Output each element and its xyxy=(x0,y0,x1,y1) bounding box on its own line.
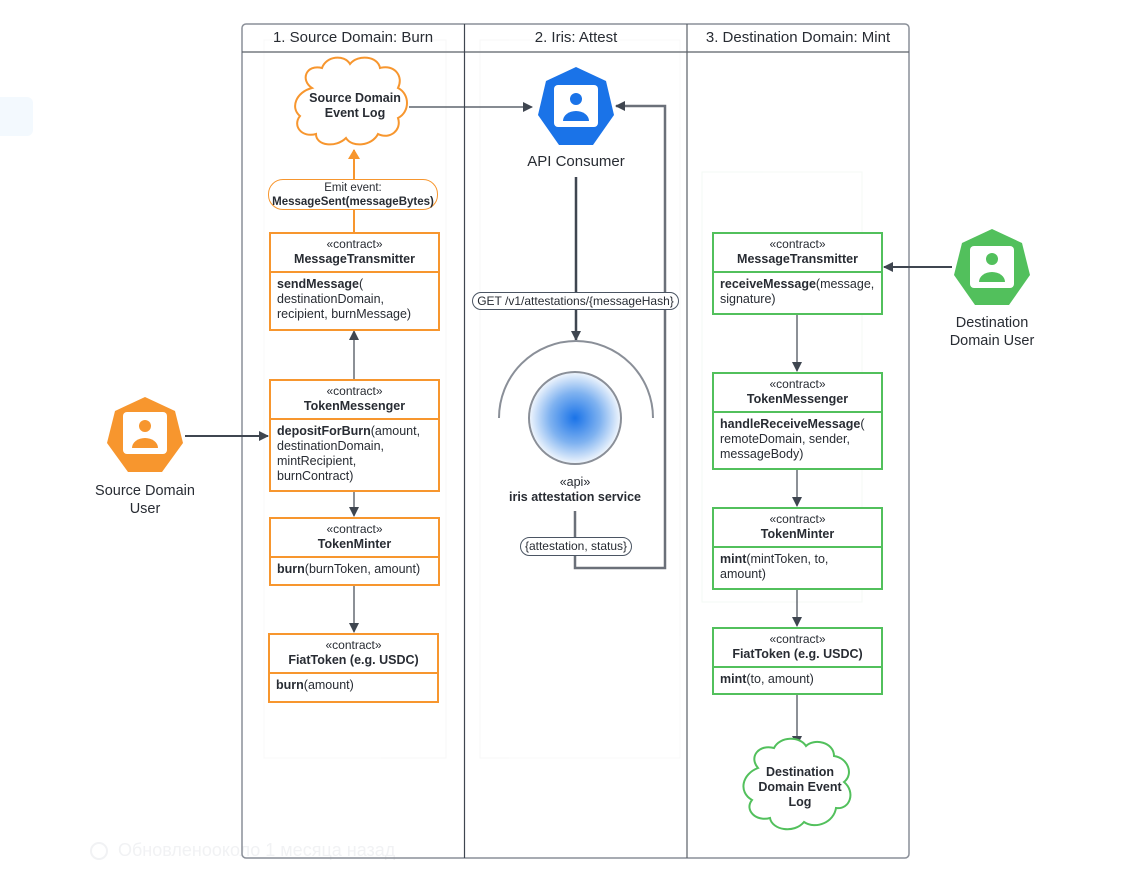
iris-service-icon xyxy=(498,340,654,465)
stereotype: «contract» xyxy=(769,377,826,391)
diagram-canvas xyxy=(107,23,1030,859)
api-consumer-label: API Consumer xyxy=(527,153,625,170)
destination-event-log-line2: Domain Event xyxy=(758,780,842,794)
method-name: sendMessage xyxy=(277,277,359,291)
stereotype: «contract» xyxy=(769,512,826,526)
method-name: depositForBurn xyxy=(277,424,371,438)
emit-event-line2: MessageSent(messageBytes) xyxy=(272,196,434,208)
source-contract-messagetransmitter[interactable]: «contract» MessageTransmitter sendMessage… xyxy=(269,232,440,331)
emit-event-pill: Emit event: MessageSent(messageBytes) xyxy=(268,179,438,210)
source-contract-tokenmessenger[interactable]: «contract» TokenMessenger depositForBurn(… xyxy=(269,379,440,492)
source-contract-fiattoken[interactable]: «contract» FiatToken (e.g. USDC) burn(amo… xyxy=(268,633,439,703)
dest-contract-fiattoken[interactable]: «contract» FiatToken (e.g. USDC) mint(to,… xyxy=(712,627,883,695)
destination-event-log-line1: Destination xyxy=(765,765,835,779)
destination-event-log-line3: Log xyxy=(788,795,812,809)
iris-service-stereotype: «api» xyxy=(559,475,591,489)
method-name: mint xyxy=(720,672,747,686)
contract-name: TokenMessenger xyxy=(303,399,406,413)
dest-contract-messagetransmitter[interactable]: «contract» MessageTransmitter receiveMess… xyxy=(712,232,883,315)
contract-name: FiatToken (e.g. USDC) xyxy=(288,653,419,667)
source-user-line1: Source Domain xyxy=(95,483,195,499)
request-label-pill: GET /v1/attestations/{messageHash} xyxy=(472,292,679,310)
source-event-log-line1: Source Domain xyxy=(309,91,401,105)
stereotype: «contract» xyxy=(769,237,826,251)
dest-contract-tokenminter[interactable]: «contract» TokenMinter mint(mintToken, to… xyxy=(712,507,883,590)
destination-user-line1: Destination xyxy=(955,315,1029,331)
contract-name: FiatToken (e.g. USDC) xyxy=(732,647,863,661)
contract-name: TokenMinter xyxy=(760,527,835,541)
stereotype: «contract» xyxy=(326,237,383,251)
iris-service-name: iris attestation service xyxy=(508,490,641,504)
lane-header-iris: 2. Iris: Attest xyxy=(534,29,618,46)
source-user-icon xyxy=(107,397,183,472)
stereotype: «contract» xyxy=(769,632,826,646)
method-name: receiveMessage xyxy=(720,277,816,291)
dest-contract-tokenmessenger[interactable]: «contract» TokenMessenger handleReceiveMe… xyxy=(712,372,883,470)
source-user-line2: User xyxy=(129,501,161,517)
iris-service-label: «api» iris attestation service xyxy=(495,475,655,505)
method-args: (to, amount) xyxy=(746,672,814,686)
lane-header-destination: 3. Destination Domain: Mint xyxy=(705,29,891,46)
method-args: (amount) xyxy=(303,678,354,692)
method-name: burn xyxy=(277,562,305,576)
method-name: handleReceiveMessage xyxy=(720,417,861,431)
method-args: (burnToken, amount) xyxy=(304,562,421,576)
contract-name: TokenMessenger xyxy=(746,392,849,406)
lane-header-source: 1. Source Domain: Burn xyxy=(272,29,434,46)
contract-name: MessageTransmitter xyxy=(737,252,858,266)
contract-name: TokenMinter xyxy=(317,537,392,551)
destination-user-line2: Domain User xyxy=(949,333,1035,349)
method-name: mint xyxy=(720,552,747,566)
emit-event-line1: Emit event: xyxy=(324,182,382,194)
contract-name: MessageTransmitter xyxy=(294,252,415,266)
source-event-log-line2: Event Log xyxy=(324,106,386,120)
source-user-label: Source Domain User xyxy=(74,482,216,518)
source-contract-tokenminter[interactable]: «contract» TokenMinter burn(burnToken, am… xyxy=(269,517,440,586)
destination-event-log-label: Destination Domain Event Log xyxy=(745,765,855,810)
stereotype: «contract» xyxy=(326,384,383,398)
stereotype: «contract» xyxy=(325,638,382,652)
source-event-log-label: Source Domain Event Log xyxy=(300,91,410,121)
response-label-pill: {attestation, status} xyxy=(520,537,632,556)
api-consumer-icon xyxy=(538,67,614,145)
method-name: burn xyxy=(276,678,304,692)
stereotype: «contract» xyxy=(326,522,383,536)
destination-user-label: Destination Domain User xyxy=(922,314,1062,350)
destination-user-icon xyxy=(954,229,1030,305)
